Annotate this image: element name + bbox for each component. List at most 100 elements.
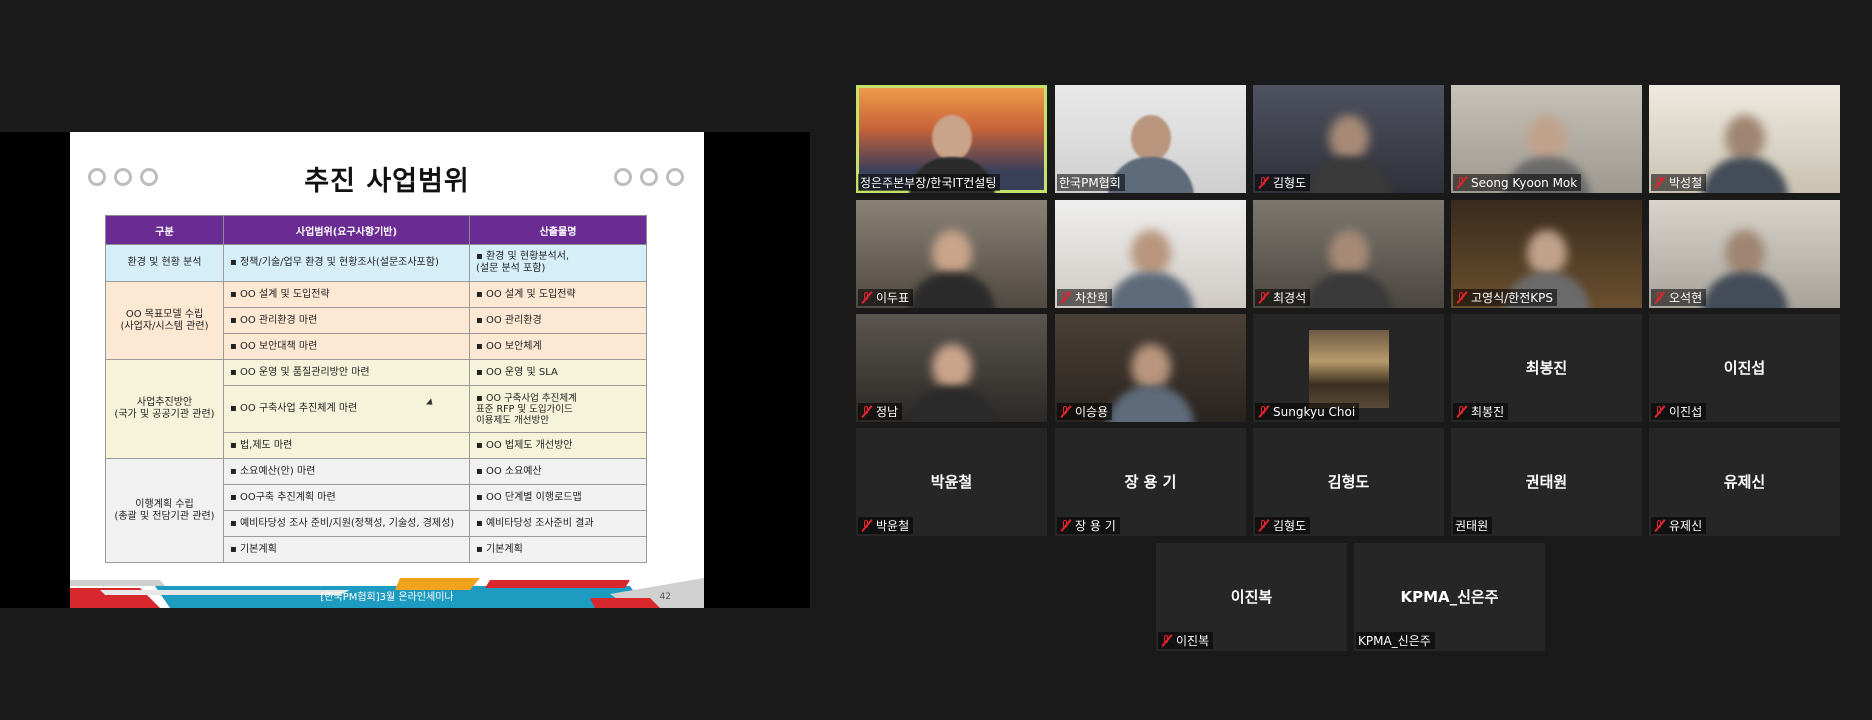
output-cell: OO 보안체계 <box>469 333 647 360</box>
table-row: 이행계획 수립 (총괄 및 전담기관 관련) 소요예산(안) 마련 OO 소요예… <box>105 458 647 563</box>
mic-muted-icon <box>1653 291 1666 304</box>
group-plan: 이행계획 수립 (총괄 및 전담기관 관련) <box>105 458 224 563</box>
output-cell: OO 설계 및 도입전략 <box>469 281 647 308</box>
mic-muted-icon <box>1257 405 1270 418</box>
output-cell: OO 운영 및 SLA <box>469 359 647 386</box>
participant-tile[interactable]: 최경석 <box>1253 200 1444 308</box>
participant-name-label: Seong Kyoon Mok <box>1453 174 1582 191</box>
participant-tile[interactable]: Seong Kyoon Mok <box>1451 85 1642 193</box>
participant-display-name: 장 용 기 <box>1124 473 1177 491</box>
mic-muted-icon <box>1257 519 1270 532</box>
mic-muted-icon <box>1059 519 1072 532</box>
participant-tile[interactable]: Sungkyu Choi <box>1253 314 1444 422</box>
participant-name-label: 오석현 <box>1651 289 1707 306</box>
participant-name: 정은주본부장/한국IT컨설팅 <box>860 176 997 190</box>
scope-cell: OO 운영 및 품질관리방안 마련 <box>223 359 470 386</box>
participant-name-label: KPMA_신은주 <box>1356 632 1435 649</box>
participant-video <box>908 344 995 422</box>
participant-name: 한국PM협회 <box>1059 176 1121 190</box>
participant-name-label: 박성철 <box>1651 174 1707 191</box>
participant-name-label: 김형도 <box>1255 517 1311 534</box>
mic-muted-icon <box>1257 291 1270 304</box>
group-strategy: 사업추진방안 (국가 및 공공기관 관련) <box>105 359 224 459</box>
participant-name: 권태원 <box>1455 519 1489 533</box>
group-target: OO 목표모델 수립 (사업자/시스템 관련) <box>105 281 224 360</box>
scope-cell: OO구축 추진계획 마련 <box>223 484 470 511</box>
participant-tile[interactable]: 정은주본부장/한국IT컨설팅 <box>856 85 1047 193</box>
participant-video <box>1107 115 1194 193</box>
mic-muted-icon <box>1653 405 1666 418</box>
participant-name-label: 장 용 기 <box>1057 517 1120 534</box>
participant-name-label: 한국PM협회 <box>1057 174 1125 191</box>
participant-name-label: 최봉진 <box>1453 403 1509 420</box>
participant-tile[interactable]: KPMA_신은주 KPMA_신은주 <box>1354 543 1545 651</box>
participant-tile[interactable]: 고영식/한전KPS <box>1451 200 1642 308</box>
output-cell: OO 구축사업 추진체계 표준 RFP 및 도입가이드 이용제도 개선방안 <box>469 385 647 433</box>
slide-title: 추진 사업범위 <box>304 166 470 197</box>
participant-name: KPMA_신은주 <box>1358 634 1431 648</box>
table-row: 환경 및 현황 분석 정책/기술/업무 환경 및 현황조사(설문조사포함) 환경… <box>105 244 647 282</box>
scope-cell: 정책/기술/업무 환경 및 현황조사(설문조사포함) <box>223 244 470 282</box>
participant-display-name: 유제신 <box>1723 473 1766 491</box>
scope-table: 구분 사업범위(요구사항기반) 산출물명 환경 및 현황 분석 정책/기술/업무… <box>105 215 647 563</box>
participant-tile[interactable]: 이진섭 이진섭 <box>1649 314 1840 422</box>
mic-muted-icon <box>860 405 873 418</box>
participant-video <box>1701 230 1788 308</box>
mic-muted-icon <box>860 291 873 304</box>
participant-name: 최봉진 <box>1471 405 1505 419</box>
participant-tile[interactable]: 한국PM협회 <box>1055 85 1246 193</box>
participant-tile[interactable]: 김형도 김형도 <box>1253 428 1444 536</box>
table-row: OO 목표모델 수립 (사업자/시스템 관련) OO 설계 및 도입전략 OO … <box>105 281 647 360</box>
participant-tile[interactable]: 최봉진 최봉진 <box>1451 314 1642 422</box>
participant-tile[interactable]: 박성철 <box>1649 85 1840 193</box>
participant-name-label: 이진섭 <box>1651 403 1707 420</box>
participant-display-name: KPMA_신은주 <box>1400 588 1499 606</box>
participant-tile[interactable]: 정남 <box>856 314 1047 422</box>
output-cell: 예비타당성 조사준비 결과 <box>469 510 647 537</box>
participant-tile[interactable]: 유제신 유제신 <box>1649 428 1840 536</box>
participant-name-label: 차찬희 <box>1057 289 1113 306</box>
slide-footer-text: [한국PM협회]3월 온라인세미나 <box>320 592 454 603</box>
scope-cell: 기본계획 <box>223 536 470 563</box>
participant-display-name: 최봉진 <box>1525 359 1568 377</box>
participant-name-label: 고영식/한전KPS <box>1453 289 1557 306</box>
participant-tile[interactable]: 장 용 기장 용 기 <box>1055 428 1246 536</box>
participant-name: 이두표 <box>876 291 910 305</box>
participant-name-label: Sungkyu Choi <box>1255 403 1360 420</box>
participant-name: 이진복 <box>1176 634 1210 648</box>
participant-name: 오석현 <box>1669 291 1703 305</box>
participant-tile[interactable]: 이승용 <box>1055 314 1246 422</box>
scope-cell: OO 관리환경 마련 <box>223 307 470 334</box>
participant-tile[interactable]: 오석현 <box>1649 200 1840 308</box>
participant-name-label: 이승용 <box>1057 403 1113 420</box>
participant-tile[interactable]: 박윤철 박윤철 <box>856 428 1047 536</box>
participant-tile[interactable]: 권태원 권태원 <box>1451 428 1642 536</box>
col-header-scope: 사업범위(요구사항기반) <box>223 215 470 245</box>
participant-tile[interactable]: 이두표 <box>856 200 1047 308</box>
scope-cell: 소요예산(안) 마련 <box>223 458 470 485</box>
mic-muted-icon <box>1455 176 1468 189</box>
participant-name: 고영식/한전KPS <box>1471 291 1553 305</box>
scope-cell: 법,제도 마련 <box>223 432 470 459</box>
participant-tile[interactable]: 차찬희 <box>1055 200 1246 308</box>
participant-tile[interactable]: 김형도 <box>1253 85 1444 193</box>
scope-cell: OO 설계 및 도입전략 <box>223 281 470 308</box>
mic-muted-icon <box>1059 291 1072 304</box>
slide-page-number: 42 <box>659 592 671 602</box>
participant-video <box>1107 344 1194 422</box>
participant-name: 김형도 <box>1273 519 1307 533</box>
participant-tile[interactable]: 이진복 이진복 <box>1156 543 1347 651</box>
participant-video <box>1701 115 1788 193</box>
profile-photo <box>1309 330 1389 408</box>
participant-name-label: 박윤철 <box>858 517 914 534</box>
output-cell: OO 소요예산 <box>469 458 647 485</box>
mic-muted-icon <box>1455 405 1468 418</box>
participant-video <box>1305 115 1392 193</box>
participant-name: 박성철 <box>1669 176 1703 190</box>
participant-name: 이진섭 <box>1669 405 1703 419</box>
output-cell: 기본계획 <box>469 536 647 563</box>
col-header-output: 산출물명 <box>469 215 647 245</box>
participant-name: Seong Kyoon Mok <box>1471 175 1578 190</box>
scope-cell: OO 보안대책 마련 <box>223 333 470 360</box>
participant-name-label: 정은주본부장/한국IT컨설팅 <box>858 174 1001 191</box>
